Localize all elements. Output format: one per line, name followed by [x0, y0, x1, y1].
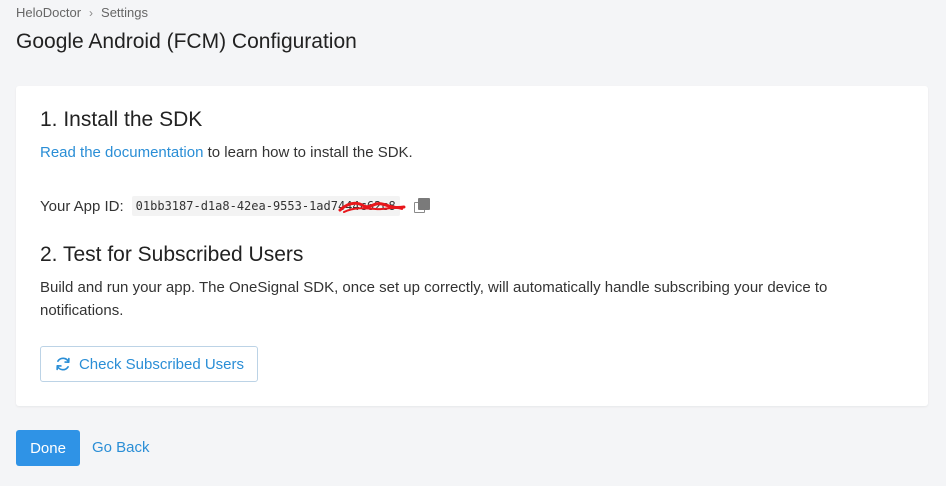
- breadcrumb: HeloDoctor › Settings: [16, 5, 148, 20]
- app-id-label: Your App ID:: [40, 197, 124, 215]
- app-id-value: 01bb3187-d1a8-42ea-9553-1ad7444c62c8: [131, 196, 406, 216]
- documentation-line: Read the documentation to learn how to i…: [40, 144, 413, 161]
- breadcrumb-separator: ›: [89, 5, 94, 20]
- install-sdk-heading: 1. Install the SDK: [40, 108, 203, 131]
- done-button[interactable]: Done: [16, 430, 80, 466]
- copy-icon[interactable]: [413, 198, 430, 214]
- test-description: Build and run your app. The OneSignal SD…: [40, 279, 828, 319]
- app-id-row: Your App ID: 01bb3187-d1a8-42ea-9553-1ad…: [40, 196, 430, 216]
- refresh-icon: [56, 357, 70, 371]
- check-subscribed-users-button[interactable]: Check Subscribed Users: [40, 346, 258, 382]
- documentation-suffix: to learn how to install the SDK.: [203, 144, 413, 161]
- documentation-link[interactable]: Read the documentation: [40, 144, 203, 161]
- test-subscribed-heading: 2. Test for Subscribed Users: [40, 243, 304, 266]
- breadcrumb-item-settings[interactable]: Settings: [101, 5, 148, 20]
- configuration-card: 1. Install the SDK Read the documentatio…: [16, 86, 928, 406]
- breadcrumb-item-app[interactable]: HeloDoctor: [16, 5, 81, 20]
- go-back-link[interactable]: Go Back: [92, 439, 150, 456]
- page-title: Google Android (FCM) Configuration: [16, 30, 357, 53]
- check-subscribed-users-label: Check Subscribed Users: [78, 355, 245, 373]
- redaction-scribble: [338, 201, 406, 213]
